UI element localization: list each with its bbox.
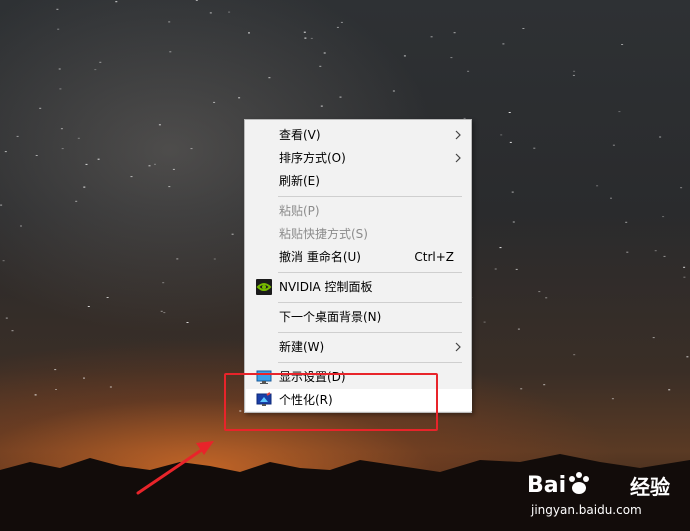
watermark-url: jingyan.baidu.com <box>531 503 642 517</box>
watermark-text: 经验 <box>630 475 670 499</box>
baidu-watermark: Bai 经验 jingyan.baidu.com <box>527 463 687 525</box>
watermark-logo: Bai <box>527 471 592 498</box>
red-arrow-icon <box>136 441 214 495</box>
